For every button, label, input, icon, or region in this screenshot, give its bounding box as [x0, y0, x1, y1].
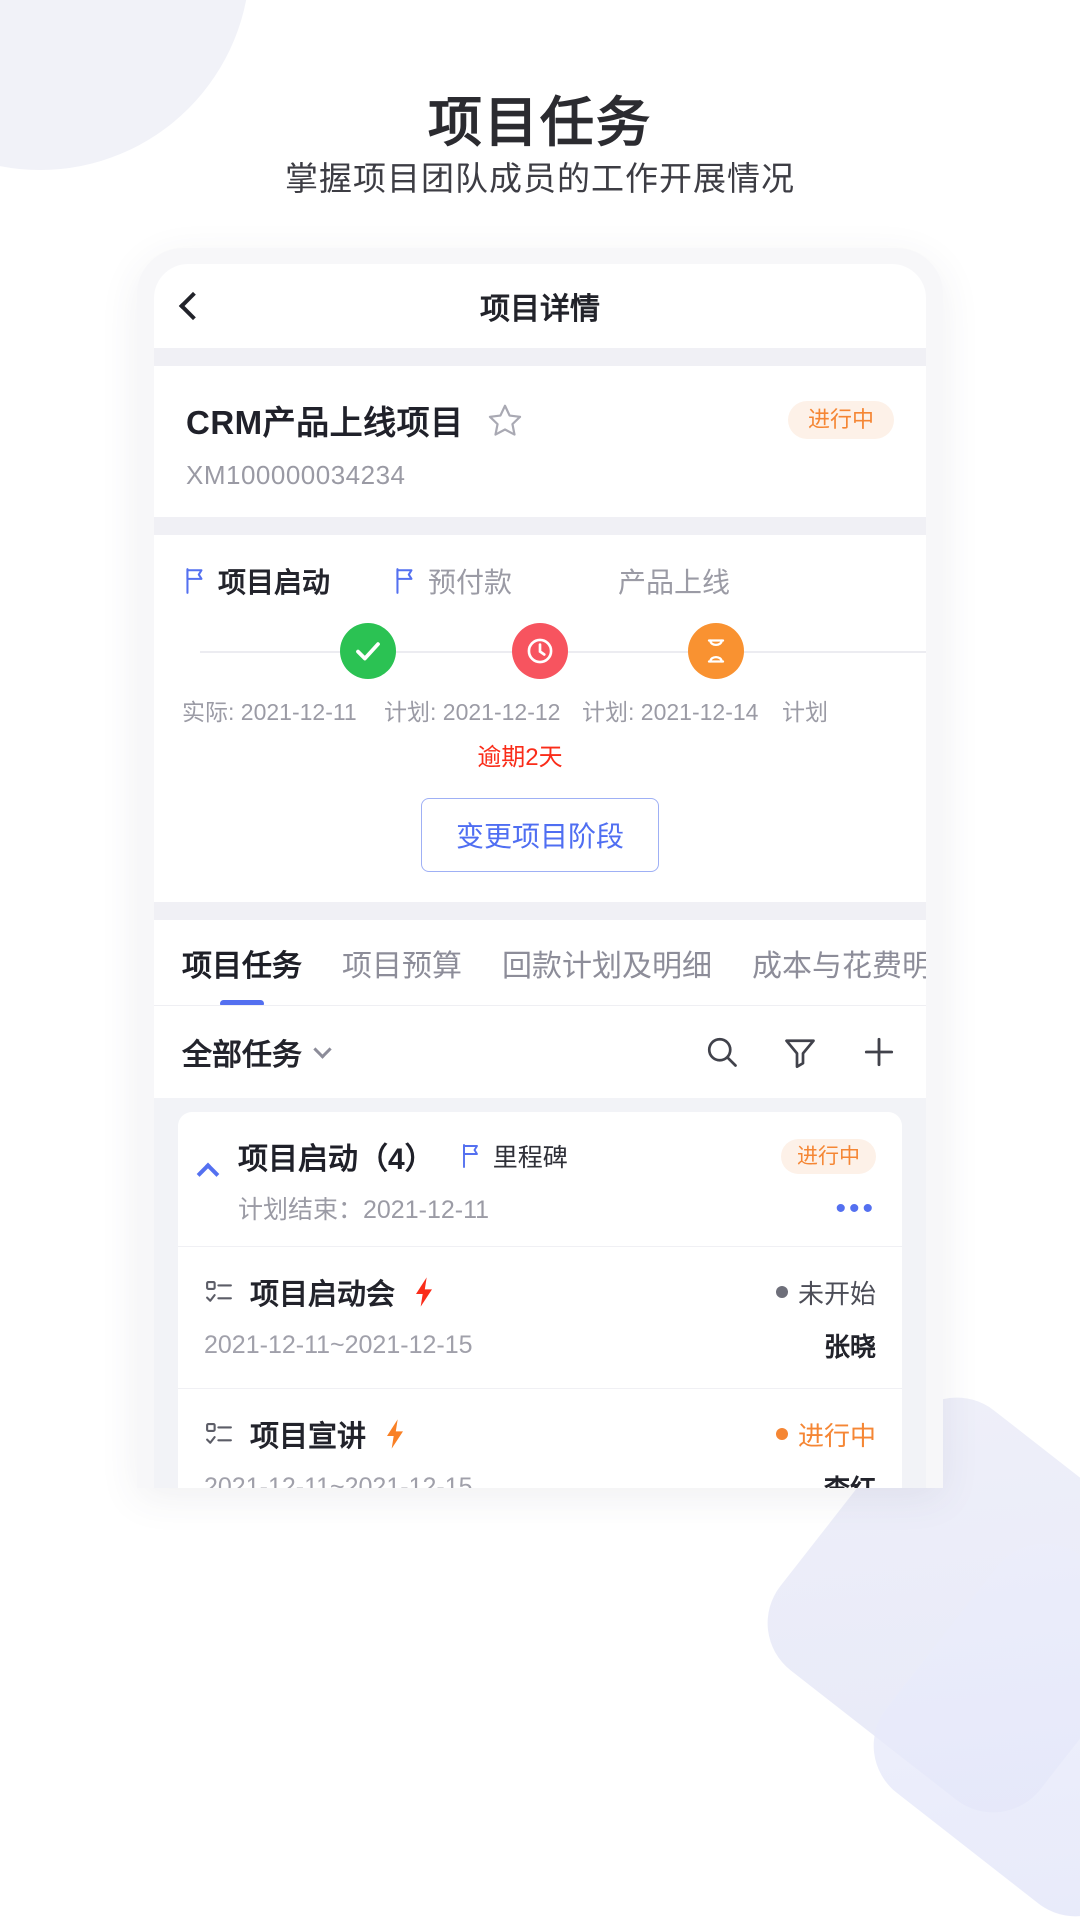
milestone-label-1: 项目启动 [218, 567, 331, 598]
task-owner: 李红 [824, 1469, 876, 1488]
task-title-row: 项目宣讲 进行中 [204, 1413, 876, 1455]
task-group-milestone: 里程碑 [459, 1138, 568, 1174]
chevron-up-icon[interactable] [196, 1162, 220, 1186]
milestone-names-row: 项目启动 预付款 产品上线 [154, 561, 926, 601]
status-dot [775, 1428, 788, 1440]
task-status-label: 进行中 [797, 1420, 876, 1451]
milestone-dates-row: 实际: 2021-12-11 计划: 2021-12-12 计划: 2021-1… [154, 693, 926, 727]
milestone-name-3[interactable]: 产品上线 [572, 561, 772, 601]
task-status: 未开始 [775, 1274, 876, 1311]
task-group-subtitle: 计划结束：2021-12-11 [238, 1196, 490, 1224]
phone-screen: 项目详情 CRM产品上线项目 进行中 XM100000034234 项目启动 预… [154, 264, 926, 1488]
chevron-down-icon [313, 1039, 332, 1059]
change-project-stage-button[interactable]: 变更项目阶段 [420, 798, 659, 872]
flag-icon [459, 1143, 483, 1169]
task-name: 项目启动会 [250, 1279, 396, 1311]
star-outline-icon[interactable] [486, 401, 524, 439]
tab-payment-plan[interactable]: 回款计划及明细 [502, 941, 712, 985]
status-dot [775, 1286, 788, 1298]
page-subtitle: 掌握项目团队成员的工作开展情况 [285, 160, 795, 197]
section-divider-2 [154, 517, 926, 535]
task-date-range: 2021-12-11~2021-12-15 [204, 1331, 473, 1359]
plus-icon[interactable] [860, 1033, 898, 1071]
task-group-card: 项目启动（4） 里程碑 进行中 计划结束：2021-12-11 ••• 项目启动… [178, 1112, 902, 1488]
flag-icon [182, 567, 208, 595]
milestone-name-2[interactable]: 预付款 [392, 561, 572, 601]
filter-funnel-icon[interactable] [782, 1034, 818, 1070]
task-toolbar: 全部任务 [154, 1006, 926, 1098]
milestone-status-completed[interactable] [340, 623, 396, 679]
project-summary-card: CRM产品上线项目 进行中 XM100000034234 [154, 366, 926, 517]
project-header-row: CRM产品上线项目 进行中 [186, 396, 894, 444]
task-meta-row: 2021-12-11~2021-12-15 张晓 [204, 1327, 876, 1364]
task-filter-label: 全部任务 [182, 1039, 302, 1072]
phone-frame: 项目详情 CRM产品上线项目 进行中 XM100000034234 项目启动 预… [137, 248, 943, 1488]
task-group-title-row: 项目启动（4） 里程碑 进行中 [238, 1134, 876, 1178]
flag-icon [392, 567, 418, 595]
task-group-subtitle-row: 计划结束：2021-12-11 ••• [238, 1190, 876, 1226]
task-status-label: 未开始 [797, 1278, 876, 1309]
milestone-track [154, 613, 926, 689]
milestone-status-pending[interactable] [688, 623, 744, 679]
task-status: 进行中 [775, 1416, 876, 1453]
ellipsis-icon[interactable]: ••• [835, 1193, 876, 1223]
task-filter-dropdown[interactable]: 全部任务 [182, 1030, 332, 1074]
search-icon[interactable] [704, 1034, 740, 1070]
section-divider-3 [154, 902, 926, 920]
milestone-date-4: 计划 [782, 699, 828, 725]
task-group-header: 项目启动（4） 里程碑 进行中 计划结束：2021-12-11 ••• [178, 1112, 902, 1246]
milestone-label-3: 产品上线 [618, 567, 731, 598]
task-checklist-icon [204, 1419, 234, 1449]
task-name: 项目宣讲 [250, 1421, 367, 1453]
milestone-date-3: 计划: 2021-12-14 [582, 699, 759, 725]
change-stage-wrap: 变更项目阶段 [154, 798, 926, 872]
task-row[interactable]: 项目启动会 未开始 2021-12-11~2021-12-15 张晓 [178, 1246, 902, 1388]
milestone-date-1: 实际: 2021-12-11 [182, 699, 357, 725]
task-row[interactable]: 项目宣讲 进行中 2021-12-11~2021-12-15 李红 [178, 1388, 902, 1488]
page-root: 项目任务 掌握项目团队成员的工作开展情况 项目详情 CRM产品上线项目 进行中 … [0, 0, 1080, 1920]
project-status-badge: 进行中 [787, 401, 894, 439]
project-code: XM100000034234 [186, 460, 406, 490]
project-name: CRM产品上线项目 [186, 404, 464, 441]
task-meta-row: 2021-12-11~2021-12-15 李红 [204, 1469, 876, 1488]
tab-cost-expense[interactable]: 成本与花费明 [752, 941, 926, 985]
milestone-label-2: 预付款 [428, 567, 513, 598]
task-group-milestone-label: 里程碑 [492, 1144, 568, 1172]
task-group-title: 项目启动（4） [238, 1143, 435, 1176]
navbar-title: 项目详情 [480, 293, 600, 326]
bolt-icon [382, 1418, 408, 1450]
tab-project-budget[interactable]: 项目预算 [342, 941, 462, 985]
milestone-card: 项目启动 预付款 产品上线 实际: 2021-12-11 计划: 2021-12… [154, 535, 926, 902]
tabs-card: 项目任务 项目预算 回款计划及明细 成本与花费明 全部任务 [154, 920, 926, 1098]
task-date-range: 2021-12-11~2021-12-15 [204, 1473, 473, 1488]
milestone-name-1[interactable]: 项目启动 [182, 561, 392, 601]
toolbar-actions [704, 1033, 898, 1071]
tab-bar[interactable]: 项目任务 项目预算 回款计划及明细 成本与花费明 [154, 920, 926, 1006]
tab-project-tasks[interactable]: 项目任务 [182, 941, 302, 985]
milestone-status-overdue[interactable] [512, 623, 568, 679]
bolt-icon [411, 1276, 437, 1308]
milestone-date-2: 计划: 2021-12-12 [384, 699, 561, 725]
task-group-status-badge: 进行中 [781, 1138, 876, 1174]
page-title: 项目任务 [428, 93, 652, 153]
section-divider [154, 348, 926, 366]
milestone-overdue-text: 逾期2天 [477, 744, 563, 771]
task-list-area: 项目启动（4） 里程碑 进行中 计划结束：2021-12-11 ••• 项目启动… [154, 1098, 926, 1488]
task-checklist-icon [204, 1277, 234, 1307]
task-title-row: 项目启动会 未开始 [204, 1271, 876, 1313]
navbar: 项目详情 [154, 264, 926, 348]
task-owner: 张晓 [823, 1332, 876, 1362]
